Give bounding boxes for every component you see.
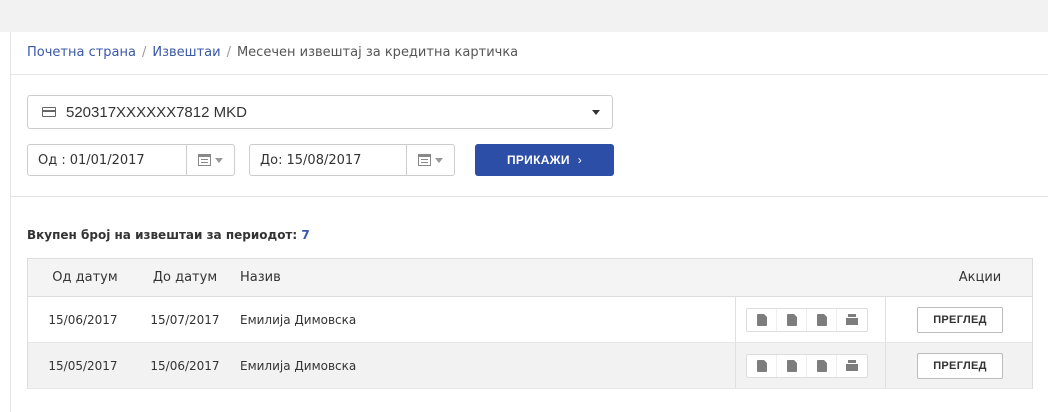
table-row: 15/05/2017 15/06/2017 Емилија Димовска П… [28,343,1032,389]
table-row: 15/06/2017 15/07/2017 Емилија Димовска П… [28,297,1032,343]
export-icons-cell [735,297,886,342]
print-icon [846,360,858,371]
table-header: Од датум До датум Назив Акции [28,259,1032,297]
top-bar [0,0,1048,32]
action-cell: ПРЕГЛЕД [886,343,1034,388]
excel-export-button[interactable] [777,354,807,377]
row-name: Емилија Димовска [240,358,357,373]
to-date-calendar-button[interactable] [406,145,454,175]
breadcrumb-current: Месечен извештај за кредитна картичка [236,45,519,60]
html-export-icon [756,313,767,326]
breadcrumb-separator: / [226,45,231,60]
card-select-value: 520317XXXXXX7812 MKD [66,103,247,121]
calendar-icon [418,154,431,166]
calendar-icon [198,154,211,166]
from-date-value: 01/01/2017 [69,152,145,168]
chevron-right-icon: › [577,153,583,167]
breadcrumb-home-link[interactable]: Почетна страна [27,45,136,60]
from-date-label: Од : [38,152,66,168]
pdf-export-icon [816,359,827,372]
pdf-export-button[interactable] [807,308,837,331]
breadcrumb-reports-link[interactable]: Извештаи [152,45,220,60]
main-panel: Почетна страна / Извештаи / Месечен извештај… [10,32,1048,412]
from-date-calendar-button[interactable] [186,145,234,175]
caret-down-icon [435,157,443,163]
header-from-date: Од датум [52,270,118,285]
view-button[interactable]: ПРЕГЛЕД [917,352,1003,379]
action-cell: ПРЕГЛЕД [886,297,1034,342]
to-date-value: 15/08/2017 [286,152,362,168]
card-select[interactable]: 520317XXXXXX7812 MKD [27,95,613,129]
export-icons-cell [735,343,886,388]
pdf-export-button[interactable] [807,354,837,377]
reports-table: Од датум До датум Назив Акции 15/06/2017… [27,258,1033,389]
header-to-date: До датум [152,270,218,285]
header-actions: Акции [958,270,1002,285]
excel-export-button[interactable] [777,308,807,331]
total-reports: Вкупен број на извештаи за периодот: 7 [27,228,310,242]
html-export-button[interactable] [747,308,777,331]
row-to-date: 15/06/2017 [150,358,220,373]
row-from-date: 15/05/2017 [48,358,118,373]
excel-export-icon [786,313,797,326]
total-reports-label: Вкупен број на извештаи за периодот: [27,228,298,242]
export-icon-group [746,353,868,378]
chevron-down-icon [592,110,600,115]
html-export-icon [756,359,767,372]
print-icon [846,314,858,325]
from-date-field[interactable]: Од : 01/01/2017 [27,144,235,176]
header-name: Назив [240,270,281,285]
print-button[interactable] [837,309,867,331]
divider [11,74,1048,75]
html-export-button[interactable] [747,354,777,377]
caret-down-icon [215,157,223,163]
print-button[interactable] [837,355,867,377]
credit-card-icon [42,107,56,117]
show-button-label: ПРИКАЖИ [506,153,570,167]
row-to-date: 15/07/2017 [150,312,220,327]
row-from-date: 15/06/2017 [48,312,118,327]
view-button[interactable]: ПРЕГЛЕД [917,306,1003,333]
divider [11,196,1048,197]
export-icon-group [746,307,868,332]
to-date-field[interactable]: До: 15/08/2017 [249,144,455,176]
to-date-label: До: [260,152,283,168]
row-name: Емилија Димовска [240,312,357,327]
pdf-export-icon [816,313,827,326]
excel-export-icon [786,359,797,372]
breadcrumb: Почетна страна / Извештаи / Месечен извештај… [27,45,518,60]
breadcrumb-separator: / [141,45,147,60]
total-reports-count: 7 [301,228,310,242]
show-button[interactable]: ПРИКАЖИ › [475,144,614,176]
